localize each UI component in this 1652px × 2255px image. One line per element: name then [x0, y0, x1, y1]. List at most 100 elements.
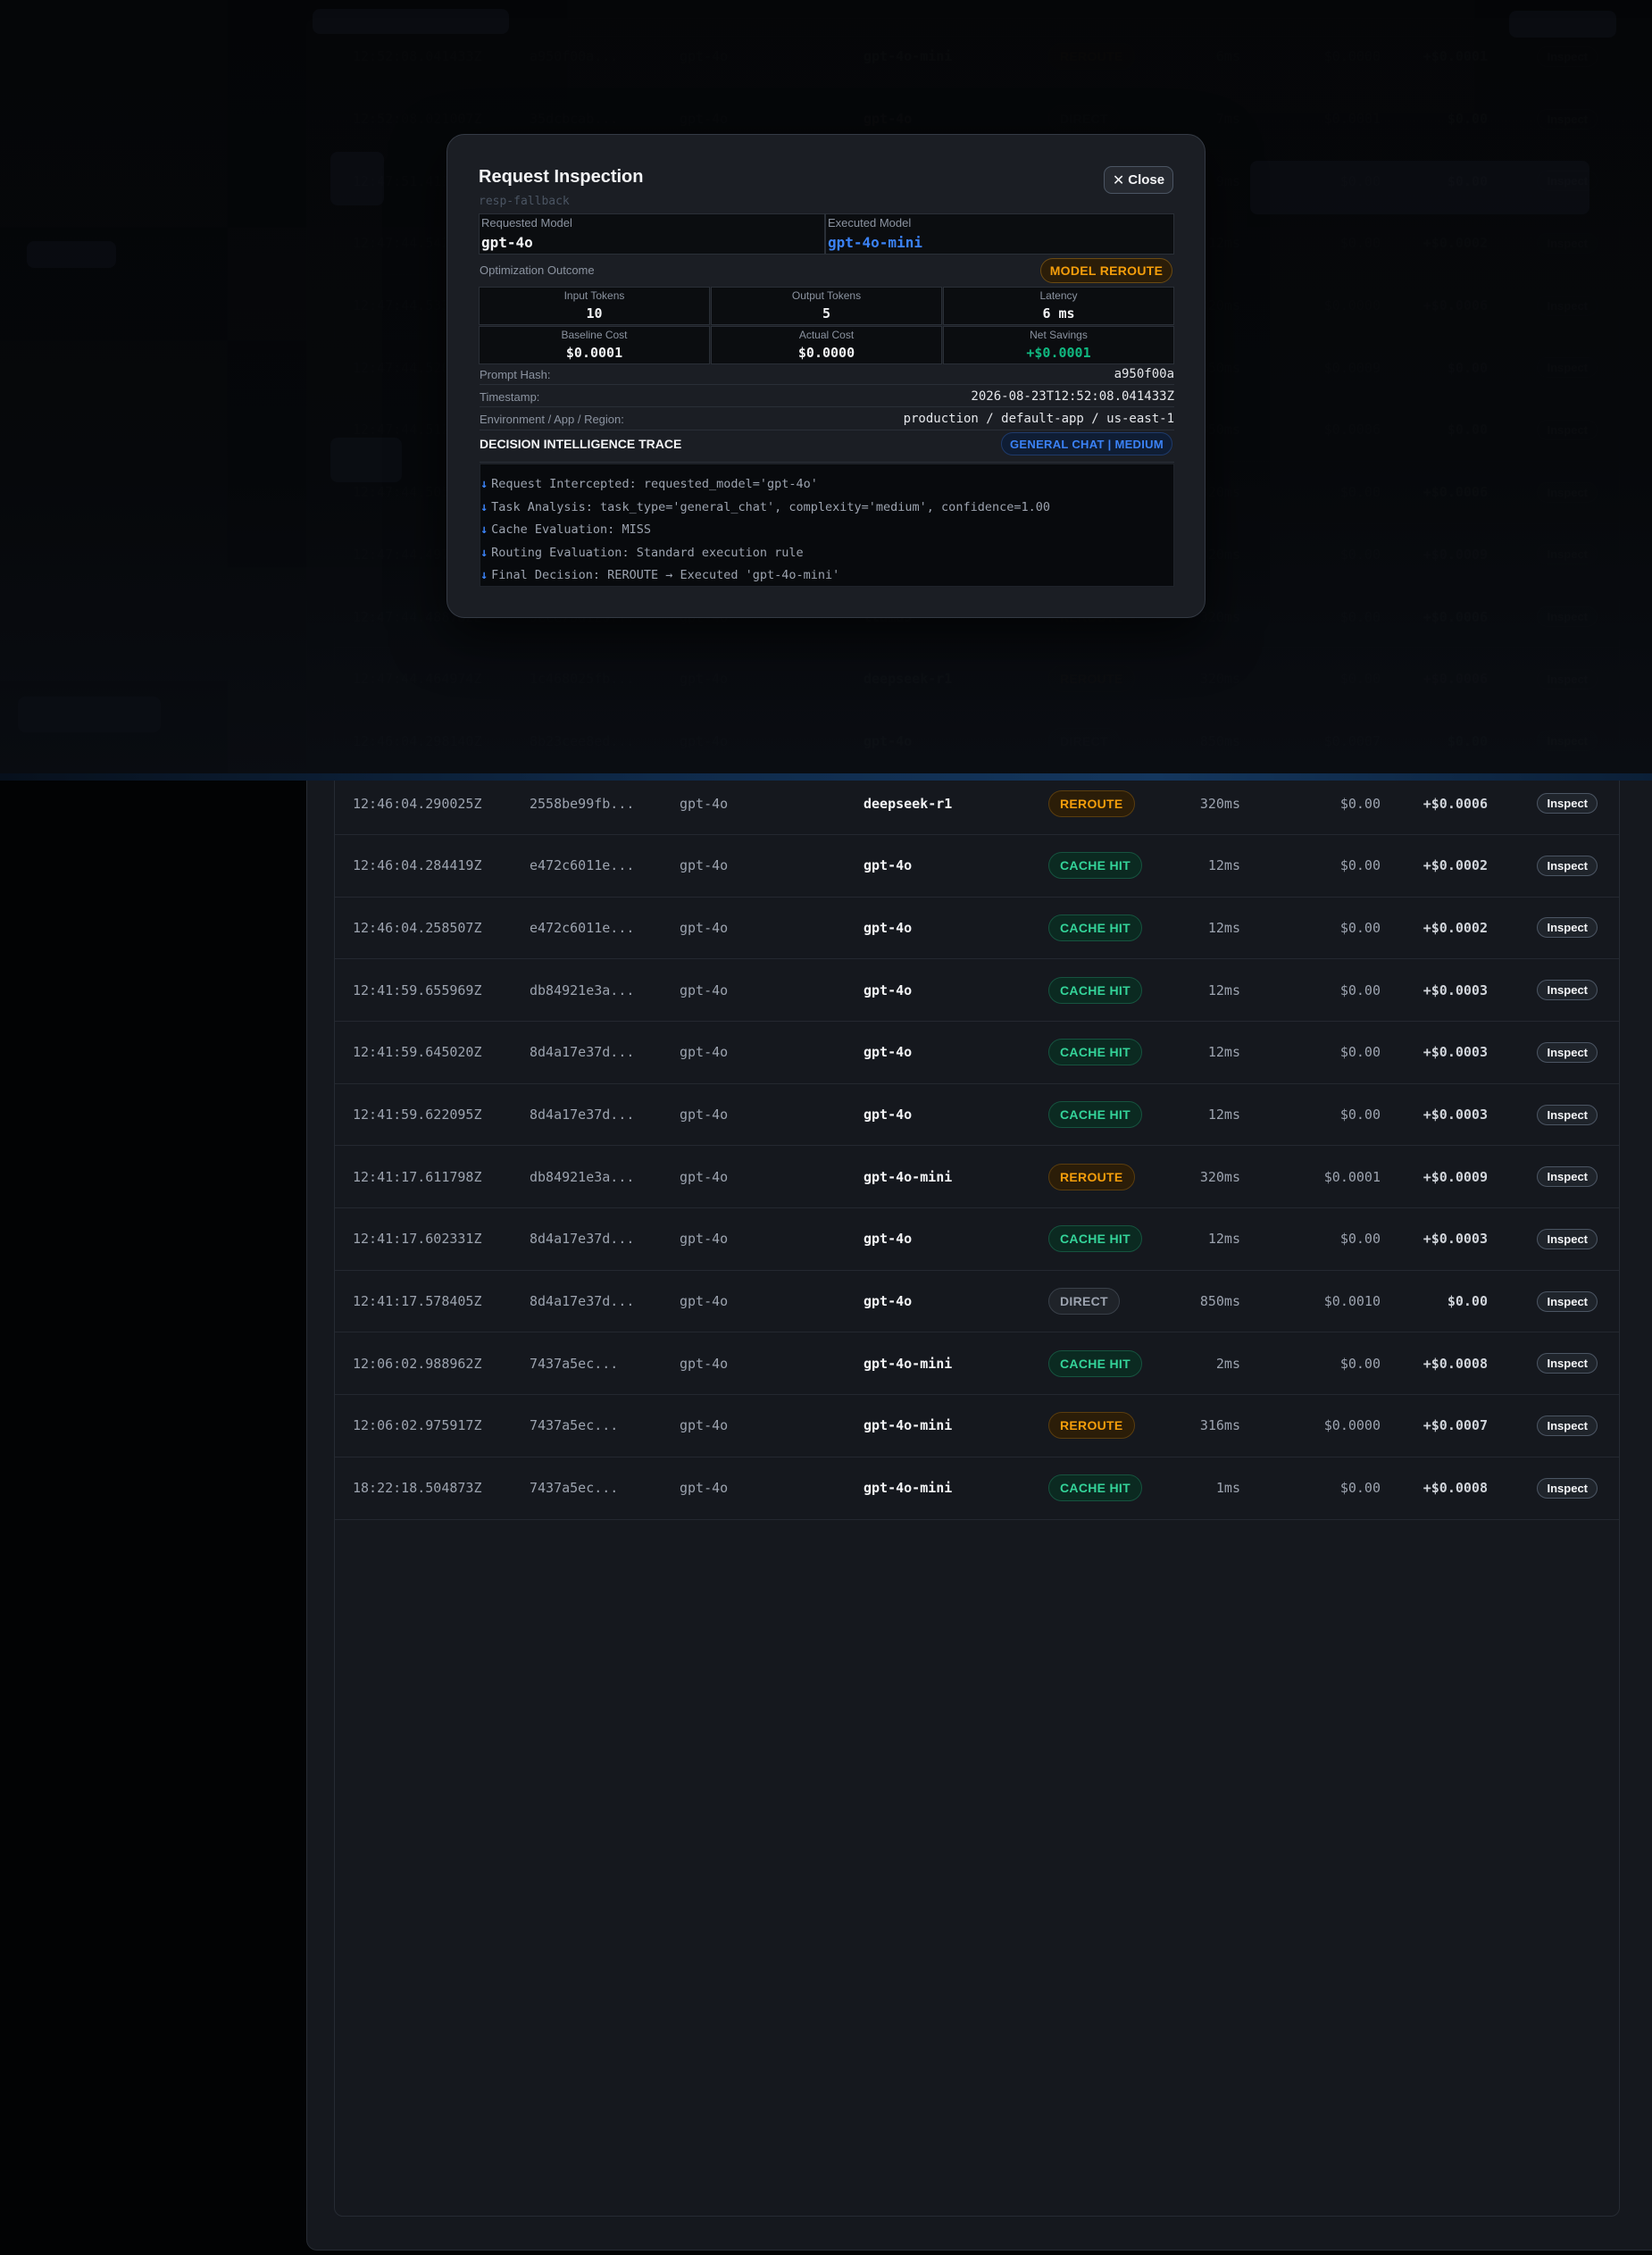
savings-cell: +$0.0003 — [1381, 1207, 1488, 1271]
trace-text: Routing Evaluation: Standard execution r… — [491, 545, 804, 560]
action-cell: Inspect — [1488, 897, 1619, 960]
latency-cell: 12ms — [1187, 1021, 1240, 1084]
requested-model-cell: gpt-4o — [680, 1083, 864, 1147]
status-cell: CACHE HIT — [1048, 958, 1187, 1022]
table-row: 12:41:59.645020Z 8d4a17e37d... gpt-4o gpt-4… — [335, 1021, 1619, 1084]
inspect-button[interactable]: Inspect — [1537, 1166, 1598, 1188]
request-inspection-modal: Request Inspection resp-fallback ✕ Close… — [446, 134, 1206, 618]
trace-text: Request Intercepted: requested_model='gp… — [491, 477, 818, 491]
metric-label: Input Tokens — [563, 289, 625, 302]
cost-cell: $0.00 — [1240, 834, 1381, 898]
inspect-button[interactable]: Inspect — [1537, 980, 1598, 1001]
action-cell: Inspect — [1488, 1021, 1619, 1084]
inspect-button[interactable]: Inspect — [1537, 917, 1598, 939]
metric-value: $0.0001 — [565, 345, 623, 361]
trace-line: ↓ Routing Evaluation: Standard execution … — [480, 546, 804, 560]
action-cell: Inspect — [1488, 1145, 1619, 1209]
action-cell: Inspect — [1488, 1270, 1619, 1333]
executed-model-cell: deepseek-r1 — [864, 772, 1048, 835]
inspect-button[interactable]: Inspect — [1537, 1041, 1598, 1063]
latency-cell: 12ms — [1187, 834, 1240, 898]
latency-cell: 12ms — [1187, 1207, 1240, 1271]
inspect-button[interactable]: Inspect — [1537, 1228, 1598, 1249]
action-cell: Inspect — [1488, 1083, 1619, 1147]
timestamp-cell: 12:41:17.602331Z — [335, 1207, 530, 1271]
inspect-button[interactable]: Inspect — [1537, 1353, 1598, 1374]
latency-cell: 12ms — [1187, 897, 1240, 960]
requested-model-cell: gpt-4o — [680, 958, 864, 1022]
status-badge: DIRECT — [1048, 1288, 1120, 1315]
table-row: 12:46:04.290025Z 2558be99fb... gpt-4o deeps… — [335, 772, 1619, 835]
inspect-button[interactable]: Inspect — [1537, 1477, 1598, 1499]
latency-cell: 12ms — [1187, 1083, 1240, 1147]
inspect-button[interactable]: Inspect — [1537, 1290, 1598, 1312]
trace-text: Cache Evaluation: MISS — [491, 522, 651, 537]
executed-model-cell: gpt-4o — [864, 897, 1048, 960]
inspect-button[interactable]: Inspect — [1537, 1104, 1598, 1125]
timestamp-cell: 12:41:17.578405Z — [335, 1270, 530, 1333]
metric-baseline-cost: Baseline Cost $0.0001 — [479, 326, 710, 364]
inspect-button[interactable]: Inspect — [1537, 855, 1598, 876]
hash-cell: 7437a5ec... — [530, 1457, 680, 1520]
inspect-button[interactable]: Inspect — [1537, 793, 1598, 814]
metric-value: $0.0000 — [797, 345, 855, 361]
cost-cell: $0.00 — [1240, 1332, 1381, 1396]
status-badge: REROUTE — [1048, 789, 1135, 817]
hash-cell: 7437a5ec... — [530, 1394, 680, 1457]
latency-cell: 2ms — [1187, 1332, 1240, 1396]
executed-model-cell: gpt-4o-mini — [864, 1394, 1048, 1457]
savings-cell: +$0.0003 — [1381, 958, 1488, 1022]
detail-value: production / default-app / us-east-1 — [903, 412, 1174, 426]
trace-line: ↓ Final Decision: REROUTE → Executed 'gpt… — [480, 568, 839, 582]
executed-model-cell: gpt-4o-mini — [864, 1332, 1048, 1396]
executed-model-cell: gpt-4o — [864, 834, 1048, 898]
status-cell: REROUTE — [1048, 772, 1187, 835]
action-cell: Inspect — [1488, 1332, 1619, 1396]
status-cell: CACHE HIT — [1048, 1332, 1187, 1396]
metric-actual-cost: Actual Cost $0.0000 — [711, 326, 942, 364]
table-row: 12:41:59.655969Z db84921e3a... gpt-4o gpt-4… — [335, 958, 1619, 1022]
metric-value: 10 — [586, 305, 603, 322]
executed-model-cell: gpt-4o — [864, 958, 1048, 1022]
trace-text: Task Analysis: task_type='general_chat',… — [491, 499, 1050, 514]
cost-cell: $0.00 — [1240, 772, 1381, 835]
status-cell: CACHE HIT — [1048, 1083, 1187, 1147]
executed-model-cell: gpt-4o — [864, 1083, 1048, 1147]
savings-cell: +$0.0006 — [1381, 772, 1488, 835]
metric-label: Actual Cost — [798, 329, 855, 341]
hash-cell: 8d4a17e37d... — [530, 1270, 680, 1333]
status-badge: CACHE HIT — [1048, 1101, 1142, 1129]
metric-value: 6 ms — [1042, 305, 1075, 322]
task-classification-badge: GENERAL CHAT | MEDIUM — [1001, 432, 1172, 455]
close-button[interactable]: ✕ Close — [1104, 166, 1173, 194]
metric-label: Baseline Cost — [561, 329, 628, 341]
action-cell: Inspect — [1488, 834, 1619, 898]
latency-cell: 316ms — [1187, 1394, 1240, 1457]
requested-model-box: Requested Model gpt-4o — [479, 213, 825, 255]
executed-model-value: gpt-4o-mini — [828, 234, 922, 251]
backdrop-edge-glow — [0, 773, 1652, 781]
status-cell: REROUTE — [1048, 1145, 1187, 1209]
executed-model-cell: gpt-4o — [864, 1270, 1048, 1333]
status-badge: CACHE HIT — [1048, 852, 1142, 880]
executed-model-cell: gpt-4o-mini — [864, 1457, 1048, 1520]
backdrop-faded-element — [27, 241, 116, 268]
hash-cell: db84921e3a... — [530, 1145, 680, 1209]
metric-label: Output Tokens — [791, 289, 862, 302]
request-id: resp-fallback — [479, 195, 570, 208]
timestamp-cell: 12:46:04.258507Z — [335, 897, 530, 960]
close-icon: ✕ — [1112, 172, 1125, 188]
detail-key: Timestamp: — [480, 389, 540, 404]
table-row: 12:46:04.258507Z e472c6011e... gpt-4o gpt-4… — [335, 897, 1619, 960]
latency-cell: 850ms — [1187, 1270, 1240, 1333]
inspect-button[interactable]: Inspect — [1537, 1415, 1598, 1436]
detail-timestamp: Timestamp: 2026-08-23T12:52:08.041433Z — [480, 389, 1174, 404]
backdrop-faded-element — [1509, 11, 1616, 38]
status-badge: CACHE HIT — [1048, 976, 1142, 1004]
detail-value: a950f00a — [1114, 367, 1174, 381]
status-badge: CACHE HIT — [1048, 1474, 1142, 1502]
table-row: 12:41:17.602331Z 8d4a17e37d... gpt-4o gpt-4… — [335, 1207, 1619, 1271]
status-cell: DIRECT — [1048, 1270, 1187, 1333]
cost-cell: $0.00 — [1240, 1021, 1381, 1084]
metric-label: Latency — [1039, 289, 1078, 302]
